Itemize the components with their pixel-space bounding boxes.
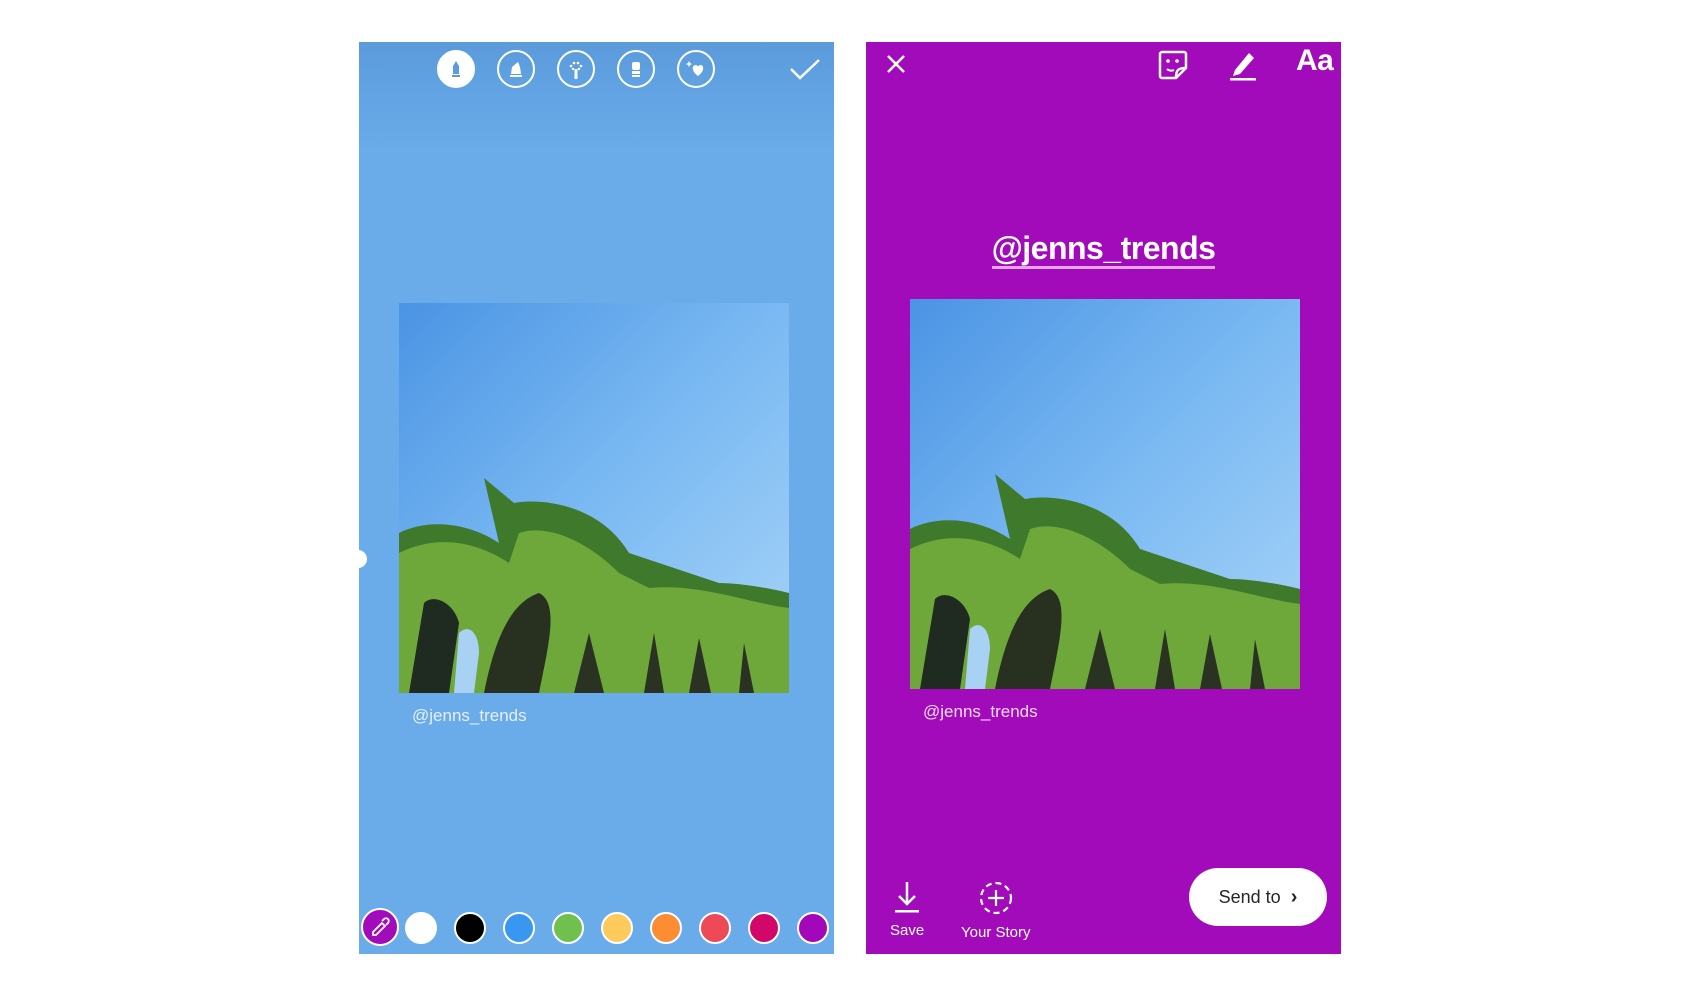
mention-sticker[interactable]: @jenns_trends [866,230,1341,269]
palm-trees-image [399,303,789,693]
color-swatch[interactable] [552,912,584,944]
send-to-button[interactable]: Send to › [1189,868,1327,926]
color-swatch[interactable] [454,912,486,944]
color-palette [359,900,834,954]
download-icon [895,882,920,913]
color-swatch[interactable] [405,912,437,944]
close-icon[interactable] [884,52,908,76]
story-photo [910,299,1300,689]
mention-sticker-text: @jenns_trends [991,230,1216,269]
checkmark-icon[interactable] [788,56,822,82]
eyedropper-button[interactable] [361,908,399,946]
color-swatch[interactable] [797,912,829,944]
brush-editor-screen: @jenns_trends [359,42,834,954]
toolbar-gradient [359,42,834,152]
color-swatch[interactable] [699,912,731,944]
save-label: Save [890,922,925,939]
color-swatch[interactable] [601,912,633,944]
color-swatch[interactable] [650,912,682,944]
chevron-right-icon: › [1290,885,1298,908]
sparkle-brush-icon [569,61,583,79]
pen-tool-button[interactable] [437,50,475,88]
add-story-icon [979,881,1012,915]
marker-pen-icon [452,61,460,77]
your-story-button[interactable]: Your Story [961,880,1031,941]
heart-brush-icon [686,61,704,76]
highlighter-tool-button[interactable] [497,50,535,88]
photo-credit-caption: @jenns_trends [412,706,527,725]
sticker-icon[interactable] [1156,48,1190,82]
send-to-label: Send to [1218,886,1281,907]
highlighter-icon [510,62,522,77]
text-tool-button[interactable]: Aa [1296,44,1334,78]
photo-credit-caption: @jenns_trends [923,702,1038,721]
eraser-tool-button[interactable] [617,50,655,88]
story-share-screen: Aa @jenns_trends @jenns_trends Save Your… [866,42,1341,954]
story-photo [399,303,789,693]
eyedropper-icon [372,917,390,936]
draw-icon[interactable] [1227,48,1259,82]
heart-brush-tool-button[interactable] [677,50,715,88]
palm-trees-image [910,299,1300,689]
color-swatch[interactable] [748,912,780,944]
your-story-label: Your Story [961,924,1031,941]
brush-size-slider-handle[interactable] [359,550,367,568]
color-swatch[interactable] [503,912,535,944]
neon-tool-button[interactable] [557,50,595,88]
save-button[interactable]: Save [890,880,924,939]
eraser-icon [632,62,640,77]
